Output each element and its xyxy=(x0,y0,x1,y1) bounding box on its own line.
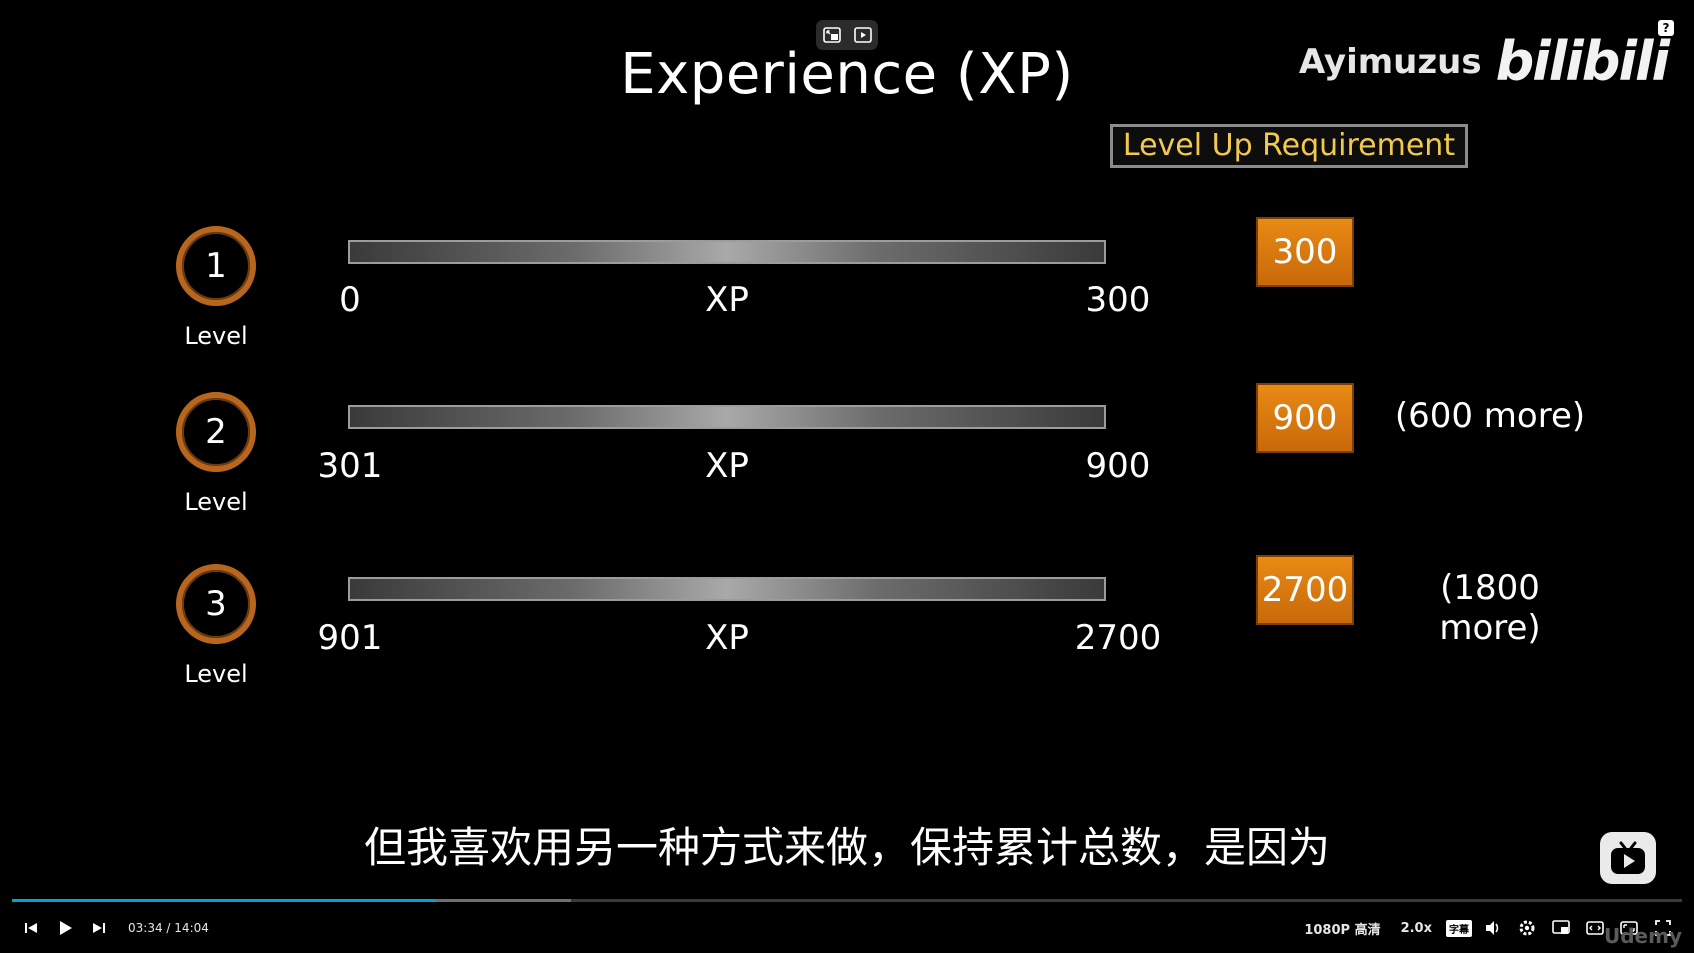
level-badge: 3 xyxy=(176,564,256,644)
level-label: Level xyxy=(184,488,248,516)
volume-icon[interactable] xyxy=(1476,911,1510,945)
xp-bar xyxy=(348,577,1106,601)
level-up-requirement-header: Level Up Requirement xyxy=(1110,124,1468,168)
time-separator: / xyxy=(166,921,171,935)
gear-icon[interactable] xyxy=(1510,911,1544,945)
miniplayer-icon[interactable] xyxy=(1544,911,1578,945)
level-requirement-value: 2700 xyxy=(1256,555,1354,625)
duration: 14:04 xyxy=(174,921,209,935)
level-badge: 1 xyxy=(176,226,256,306)
player-controls: 03:34 / 14:04 1080P 高清 2.0x 字幕 xyxy=(0,908,1694,948)
uploader-watermark: Ayimuzus bilibili xyxy=(1298,30,1670,93)
xp-range-start: 0 xyxy=(339,280,361,320)
xp-range-start: 901 xyxy=(317,618,383,658)
skip-next-icon[interactable] xyxy=(82,911,116,945)
video-stage[interactable]: Experience (XP) Ayimuzus bilibili ? Leve… xyxy=(0,0,1694,900)
additional-xp-note: (1800 more) xyxy=(1439,568,1541,648)
help-badge[interactable]: ? xyxy=(1658,20,1674,36)
level-requirement-value: 900 xyxy=(1256,383,1354,453)
skip-previous-icon[interactable] xyxy=(14,911,48,945)
uploader-name: Ayimuzus xyxy=(1298,41,1482,82)
bilibili-logo: bilibili xyxy=(1495,30,1670,93)
progress-bar[interactable] xyxy=(12,899,1682,902)
xp-bar xyxy=(348,240,1106,264)
additional-xp-note: (600 more) xyxy=(1394,396,1586,436)
played-range xyxy=(12,899,437,902)
xp-axis-label: XP xyxy=(705,280,749,320)
quality-button[interactable]: 1080P 高清 xyxy=(1294,919,1390,938)
level-requirement-value: 300 xyxy=(1256,217,1354,287)
xp-range-end: 2700 xyxy=(1074,618,1162,658)
subtitle-button-label: 字幕 xyxy=(1446,919,1472,937)
level-label: Level xyxy=(184,660,248,688)
bilibili-tv-icon[interactable] xyxy=(1600,832,1656,884)
level-label: Level xyxy=(184,322,248,350)
play-icon[interactable] xyxy=(48,911,82,945)
xp-axis-label: XP xyxy=(705,446,749,486)
current-time: 03:34 xyxy=(128,921,163,935)
speed-button[interactable]: 2.0x xyxy=(1391,921,1442,936)
time-display: 03:34 / 14:04 xyxy=(128,921,209,935)
subtitle-button[interactable]: 字幕 xyxy=(1442,911,1476,945)
xp-bar xyxy=(348,405,1106,429)
xp-range-start: 301 xyxy=(317,446,383,486)
xp-axis-label: XP xyxy=(705,618,749,658)
xp-range-end: 900 xyxy=(1085,446,1151,486)
xp-range-end: 300 xyxy=(1085,280,1151,320)
level-badge: 2 xyxy=(176,392,256,472)
udemy-watermark: Udemy xyxy=(1604,924,1682,948)
video-subtitle: 但我喜欢用另一种方式来做，保持累计总数，是因为 xyxy=(363,823,1330,872)
